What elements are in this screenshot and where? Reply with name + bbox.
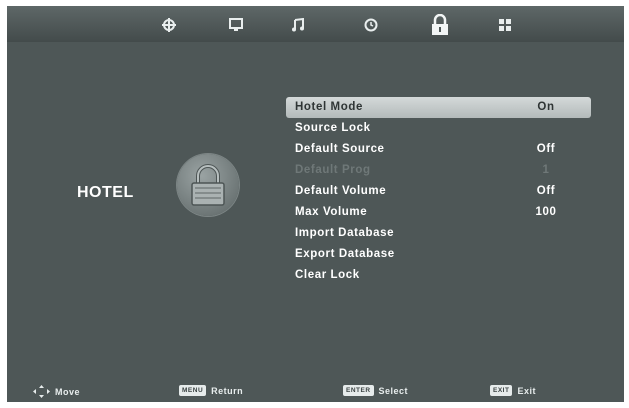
menu-item-label: Import Database <box>295 227 395 239</box>
enter-key: ENTER <box>343 385 374 396</box>
menu-item-label: Max Volume <box>295 206 368 218</box>
menu-item-value: 1 <box>542 164 550 176</box>
menu-item-max-volume[interactable]: Max Volume 100 <box>286 202 591 223</box>
section-title: HOTEL <box>77 184 134 201</box>
menu-item-label: Export Database <box>295 248 395 260</box>
menu-item-default-volume[interactable]: Default Volume Off <box>286 181 591 202</box>
picture-icon[interactable] <box>160 16 178 34</box>
menu-item-label: Hotel Mode <box>295 101 363 113</box>
menu-item-label: Default Source <box>295 143 385 155</box>
hint-move: Move <box>33 385 80 398</box>
menu-key: MENU <box>179 385 207 396</box>
menu-item-label: Default Volume <box>295 185 387 197</box>
hint-return-label: Return <box>211 385 244 396</box>
hint-move-label: Move <box>55 386 81 397</box>
menu-item-label: Source Lock <box>295 122 371 134</box>
screen-icon[interactable] <box>227 16 245 34</box>
padlock-icon <box>177 154 239 216</box>
menu-tab-bar <box>7 6 624 42</box>
hint-select-label: Select <box>378 385 409 396</box>
menu-item-clear-lock[interactable]: Clear Lock <box>286 265 591 286</box>
music-note-icon[interactable] <box>289 16 307 34</box>
grid-icon[interactable] <box>496 16 514 34</box>
menu-item-value: Off <box>536 143 556 155</box>
hint-exit: EXIT Exit <box>490 385 536 396</box>
menu-item-value: 100 <box>535 206 557 218</box>
menu-item-label: Default Prog <box>295 164 371 176</box>
hint-return: MENU Return <box>179 385 243 396</box>
hotel-menu: Hotel Mode On Source Lock Default Source… <box>286 97 591 286</box>
menu-item-source-lock[interactable]: Source Lock <box>286 118 591 139</box>
lock-icon[interactable] <box>427 12 453 38</box>
menu-item-export-database[interactable]: Export Database <box>286 244 591 265</box>
menu-item-value: On <box>537 101 555 113</box>
exit-key: EXIT <box>490 385 513 396</box>
menu-item-default-prog: Default Prog 1 <box>286 160 591 181</box>
menu-item-label: Clear Lock <box>295 269 360 281</box>
clock-icon[interactable] <box>362 16 380 34</box>
hint-select: ENTER Select <box>343 385 408 396</box>
footer-hints: Move MENU Return ENTER Select EXIT Exit <box>7 382 624 402</box>
hint-exit-label: Exit <box>517 385 536 396</box>
menu-item-value: Off <box>536 185 556 197</box>
tv-screen: HOTEL Hotel Mode On Source Lock Default … <box>7 6 624 402</box>
menu-item-default-source[interactable]: Default Source Off <box>286 139 591 160</box>
menu-item-import-database[interactable]: Import Database <box>286 223 591 244</box>
menu-item-hotel-mode[interactable]: Hotel Mode On <box>286 97 591 118</box>
arrows-icon <box>33 385 50 398</box>
